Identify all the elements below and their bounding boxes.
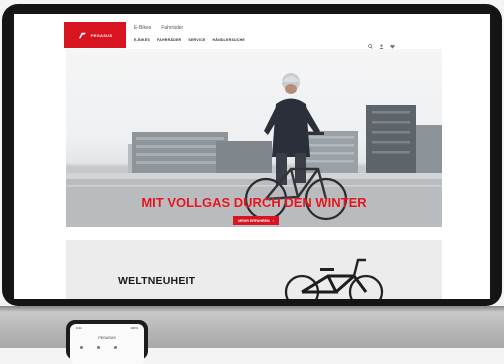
monitor-screen: PEGASUS E-Bikes Fahrräder E-BIKES FAHRRÄ… bbox=[14, 14, 490, 299]
brand-logo-text: PEGASUS bbox=[90, 32, 113, 38]
arrow-right-icon: › bbox=[272, 218, 274, 223]
hero-banner: MIT VOLLGAS DURCH DEN WINTER MEHR ERFAHR… bbox=[66, 49, 442, 227]
feature-section: WELTNEUHEIT bbox=[66, 240, 442, 299]
phone-status-bar: 9:41 100% bbox=[76, 326, 138, 330]
nav-item-bikes[interactable]: FAHRRÄDER bbox=[157, 38, 181, 42]
hero-cta-label: MEHR ERFAHREN bbox=[238, 218, 270, 223]
top-link-bikes[interactable]: Fahrräder bbox=[161, 25, 183, 31]
phone-battery: 100% bbox=[130, 326, 138, 330]
hero-cta-button[interactable]: MEHR ERFAHREN › bbox=[233, 216, 279, 225]
hero-headline: MIT VOLLGAS DURCH DEN WINTER bbox=[141, 195, 367, 210]
site-header: PEGASUS E-Bikes Fahrräder E-BIKES FAHRRÄ… bbox=[14, 14, 490, 49]
top-link-ebikes[interactable]: E-Bikes bbox=[134, 25, 151, 31]
nav-item-ebikes[interactable]: E-BIKES bbox=[134, 38, 150, 42]
header-icons bbox=[368, 36, 395, 49]
nav-item-service[interactable]: SERVICE bbox=[188, 38, 205, 42]
brand-logo[interactable]: PEGASUS bbox=[64, 22, 126, 48]
smartphone: 9:41 100% PEGASUS bbox=[66, 320, 148, 364]
pegasus-logo-icon bbox=[78, 32, 86, 38]
top-links: E-Bikes Fahrräder bbox=[134, 25, 183, 31]
phone-page-title: PEGASUS bbox=[98, 336, 116, 340]
ebike-image bbox=[284, 258, 384, 299]
nav-item-dealer-search[interactable]: HÄNDLERSUCHE bbox=[212, 38, 245, 42]
monitor-chin-shadow bbox=[0, 306, 504, 312]
search-icon[interactable] bbox=[368, 36, 373, 49]
user-icon[interactable] bbox=[379, 36, 384, 49]
phone-time: 9:41 bbox=[76, 326, 82, 330]
section-title: WELTNEUHEIT bbox=[118, 275, 196, 287]
smartphone-screen: 9:41 100% PEGASUS bbox=[70, 324, 144, 364]
heart-icon[interactable] bbox=[390, 36, 395, 49]
main-nav: E-BIKES FAHRRÄDER SERVICE HÄNDLERSUCHE bbox=[134, 38, 245, 42]
